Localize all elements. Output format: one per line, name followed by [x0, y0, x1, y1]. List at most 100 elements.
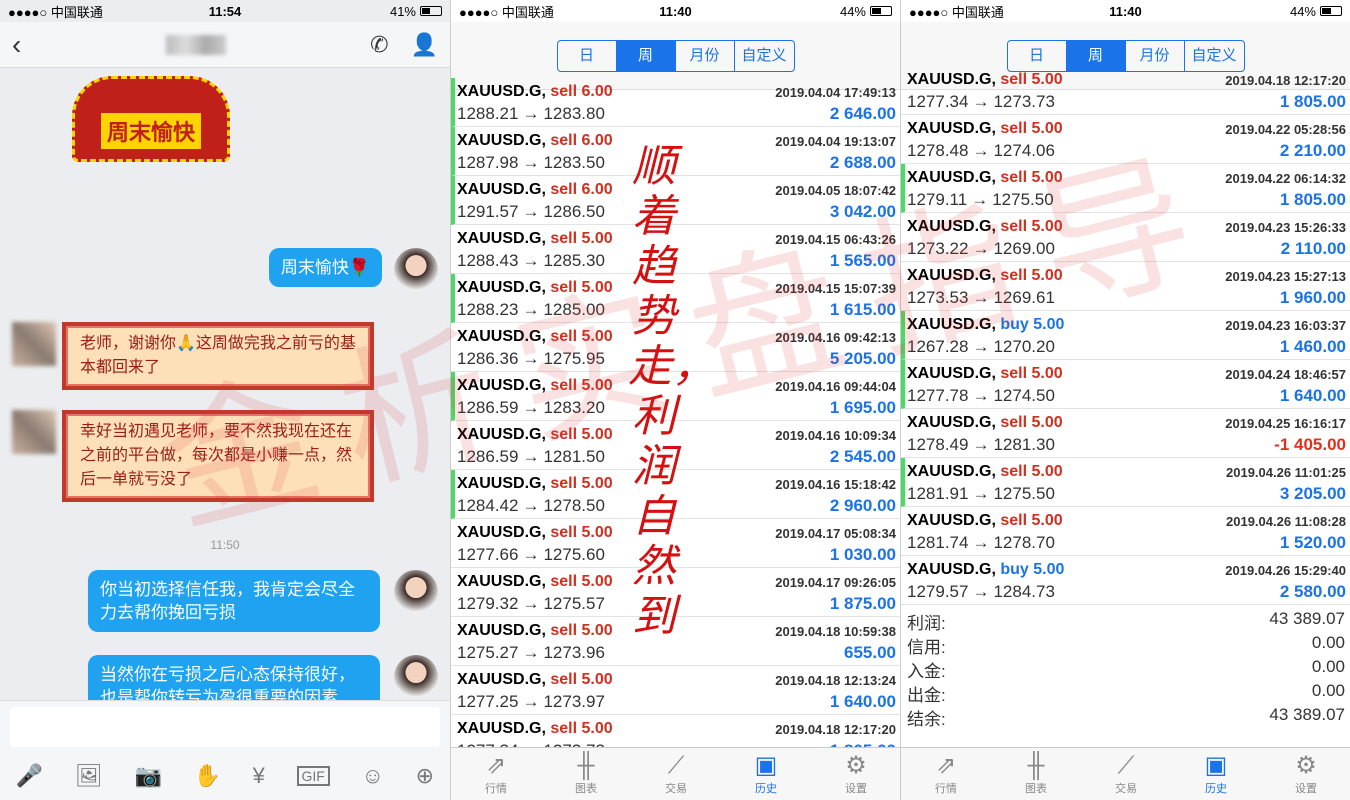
price-range: 1279.11 → 1275.50	[907, 190, 1054, 210]
row-title: XAUUSD.G, sell 5.00	[457, 720, 613, 738]
trade-action: sell 6.00	[550, 181, 613, 198]
arrow-icon: →	[522, 398, 540, 417]
row-title: XAUUSD.G, sell 5.00	[457, 377, 613, 395]
row-bottom: 1279.11 → 1275.50 1 805.00	[907, 189, 1346, 211]
trade-time: 2019.04.23 15:26:33	[1225, 219, 1346, 235]
profit: 1 805.00	[1279, 190, 1346, 209]
summary-row: 利润: 43 389.07	[907, 609, 1345, 633]
symbol: XAUUSD.G,	[907, 365, 996, 382]
segment-2[interactable]: 月份	[676, 40, 735, 71]
symbol: XAUUSD.G,	[457, 720, 546, 737]
tab-3[interactable]: ▣ 历史	[731, 748, 801, 800]
symbol: XAUUSD.G,	[457, 573, 546, 590]
trade-row[interactable]: XAUUSD.G, buy 5.00 2019.04.23 16:03:37 126…	[901, 311, 1350, 360]
red-packet-icon[interactable]: ¥	[253, 763, 265, 789]
carrier: ●●●●○ 中国联通	[8, 4, 103, 20]
row-top: XAUUSD.G, sell 5.00 2019.04.25 16:16:17	[907, 412, 1346, 434]
close-price: 1286.50	[543, 202, 605, 221]
tab-3[interactable]: ▣ 历史	[1181, 748, 1251, 800]
gif-icon[interactable]: GIF	[296, 766, 330, 786]
tab-2[interactable]: ⟋ 交易	[1091, 748, 1161, 800]
symbol: XAUUSD.G,	[457, 230, 546, 247]
message-input[interactable]	[10, 707, 440, 747]
arrow-icon: →	[972, 533, 990, 552]
open-price: 1273.53	[907, 288, 969, 307]
row-bottom: 1275.27 → 1273.96 655.00	[457, 642, 896, 664]
trade-row[interactable]: XAUUSD.G, sell 5.00 2019.04.23 15:27:13 12…	[901, 262, 1350, 311]
tab-4[interactable]: ⚙ 设置	[1271, 748, 1341, 800]
back-icon[interactable]: ‹	[12, 29, 21, 61]
row-bottom: 1273.53 → 1269.61 1 960.00	[907, 287, 1346, 309]
summary-row: 信用: 0.00	[907, 633, 1345, 657]
battery-icon	[420, 6, 442, 16]
tab-1[interactable]: ╫ 图表	[1001, 748, 1071, 800]
trade-action: buy 5.00	[1000, 561, 1065, 578]
trade-row[interactable]: XAUUSD.G, buy 5.00 2019.04.26 15:29:40 127…	[901, 556, 1350, 605]
price-range: 1291.57 → 1286.50	[457, 202, 605, 222]
tab-0[interactable]: ⇗ 行情	[911, 748, 981, 800]
history-icon: ▣	[1204, 752, 1228, 779]
profit: 1 520.00	[1279, 533, 1346, 552]
profit: 2 210.00	[1279, 141, 1346, 160]
trade-row[interactable]: XAUUSD.G, sell 5.00 2019.04.25 16:16:17 12…	[901, 409, 1350, 458]
trade-time: 2019.04.22 06:14:32	[1225, 170, 1346, 186]
image-icon[interactable]: 🖼	[75, 763, 103, 789]
profit: 1 460.00	[1279, 337, 1346, 356]
price-range: 1279.32 → 1275.57	[457, 594, 605, 614]
summary-row: 结余: 43 389.07	[907, 705, 1345, 729]
sticker-image: 周末愉快	[72, 76, 230, 162]
trade-row[interactable]: XAUUSD.G, sell 5.00 2019.04.22 06:14:32 12…	[901, 164, 1350, 213]
row-bottom: 1288.21 → 1283.80 2 646.00	[457, 103, 896, 125]
row-title: XAUUSD.G, sell 5.00	[907, 365, 1063, 383]
arrow-icon: →	[972, 337, 990, 356]
row-bottom: 1278.49 → 1281.30 -1 405.00	[907, 434, 1346, 456]
trade-action: buy 5.00	[1000, 316, 1065, 333]
hand-icon[interactable]: ✋	[194, 763, 221, 789]
avatar[interactable]	[394, 655, 438, 699]
profile-icon[interactable]: 👤	[411, 32, 438, 58]
trade-row[interactable]: XAUUSD.G, sell 5.00 2019.04.22 05:28:56 12…	[901, 115, 1350, 164]
trade-row[interactable]: XAUUSD.G, sell 5.00 2019.04.26 11:08:28 12…	[901, 507, 1350, 556]
open-price: 1278.48	[907, 141, 969, 160]
battery-percent: 44%	[1289, 3, 1316, 19]
trade-action: sell 5.00	[1000, 512, 1063, 529]
emoji-icon[interactable]: ☺	[362, 763, 384, 789]
trade-row[interactable]: XAUUSD.G, sell 6.00 2019.04.04 17:49:13 12…	[451, 78, 900, 127]
trade-action: sell 5.00	[550, 426, 613, 443]
open-price: 1281.74	[907, 533, 969, 552]
profit: 1 805.00	[1279, 92, 1346, 111]
close-price: 1275.95	[543, 349, 605, 368]
symbol: XAUUSD.G,	[907, 218, 996, 235]
avatar[interactable]	[394, 570, 438, 614]
row-title: XAUUSD.G, sell 5.00	[457, 622, 613, 640]
row-title: XAUUSD.G, buy 5.00	[907, 316, 1064, 334]
price-range: 1277.25 → 1273.97	[457, 692, 605, 712]
tab-1[interactable]: ╫ 图表	[551, 748, 621, 800]
avatar[interactable]	[394, 248, 438, 292]
phone-icon[interactable]: ✆	[370, 32, 388, 58]
avatar[interactable]	[12, 410, 56, 454]
price-range: 1277.34→1273.73	[907, 92, 1055, 112]
tab-4[interactable]: ⚙ 设置	[821, 748, 891, 800]
price-range: 1288.23 → 1285.00	[457, 300, 605, 320]
camera-icon[interactable]: 📷	[134, 763, 161, 789]
microphone-icon[interactable]: 🎤	[16, 763, 43, 789]
avatar[interactable]	[12, 322, 56, 366]
tab-0[interactable]: ⇗ 行情	[461, 748, 531, 800]
plus-icon[interactable]: ⊕	[416, 763, 434, 789]
segment-0[interactable]: 日	[558, 40, 617, 71]
segment-3[interactable]: 自定义	[735, 41, 794, 71]
trade-row[interactable]: XAUUSD.G, sell 5.00 2019.04.26 11:01:25 12…	[901, 458, 1350, 507]
carrier: ●●●●○ 中国联通	[909, 4, 1004, 20]
arrow-icon: →	[522, 496, 540, 515]
trade-time: 2019.04.18 12:17:20	[775, 721, 896, 737]
price-range: 1281.91 → 1275.50	[907, 484, 1055, 504]
segment-1[interactable]: 周	[616, 40, 676, 71]
trade-row[interactable]: XAUUSD.G, sell 5.00 2019.04.18 12:13:24 12…	[451, 666, 900, 715]
symbol: XAUUSD.G,	[457, 83, 546, 100]
trade-time: 2019.04.16 10:09:34	[775, 427, 896, 443]
trade-row[interactable]: XAUUSD.G, sell 5.00 2019.04.23 15:26:33 12…	[901, 213, 1350, 262]
trade-row[interactable]: XAUUSD.G, sell 5.00 2019.04.24 18:46:57 12…	[901, 360, 1350, 409]
trade-row[interactable]: XAUUSD.G, sell 5.00 2019.04.18 12:17:20 12…	[901, 66, 1350, 115]
tab-2[interactable]: ⟋ 交易	[641, 748, 711, 800]
